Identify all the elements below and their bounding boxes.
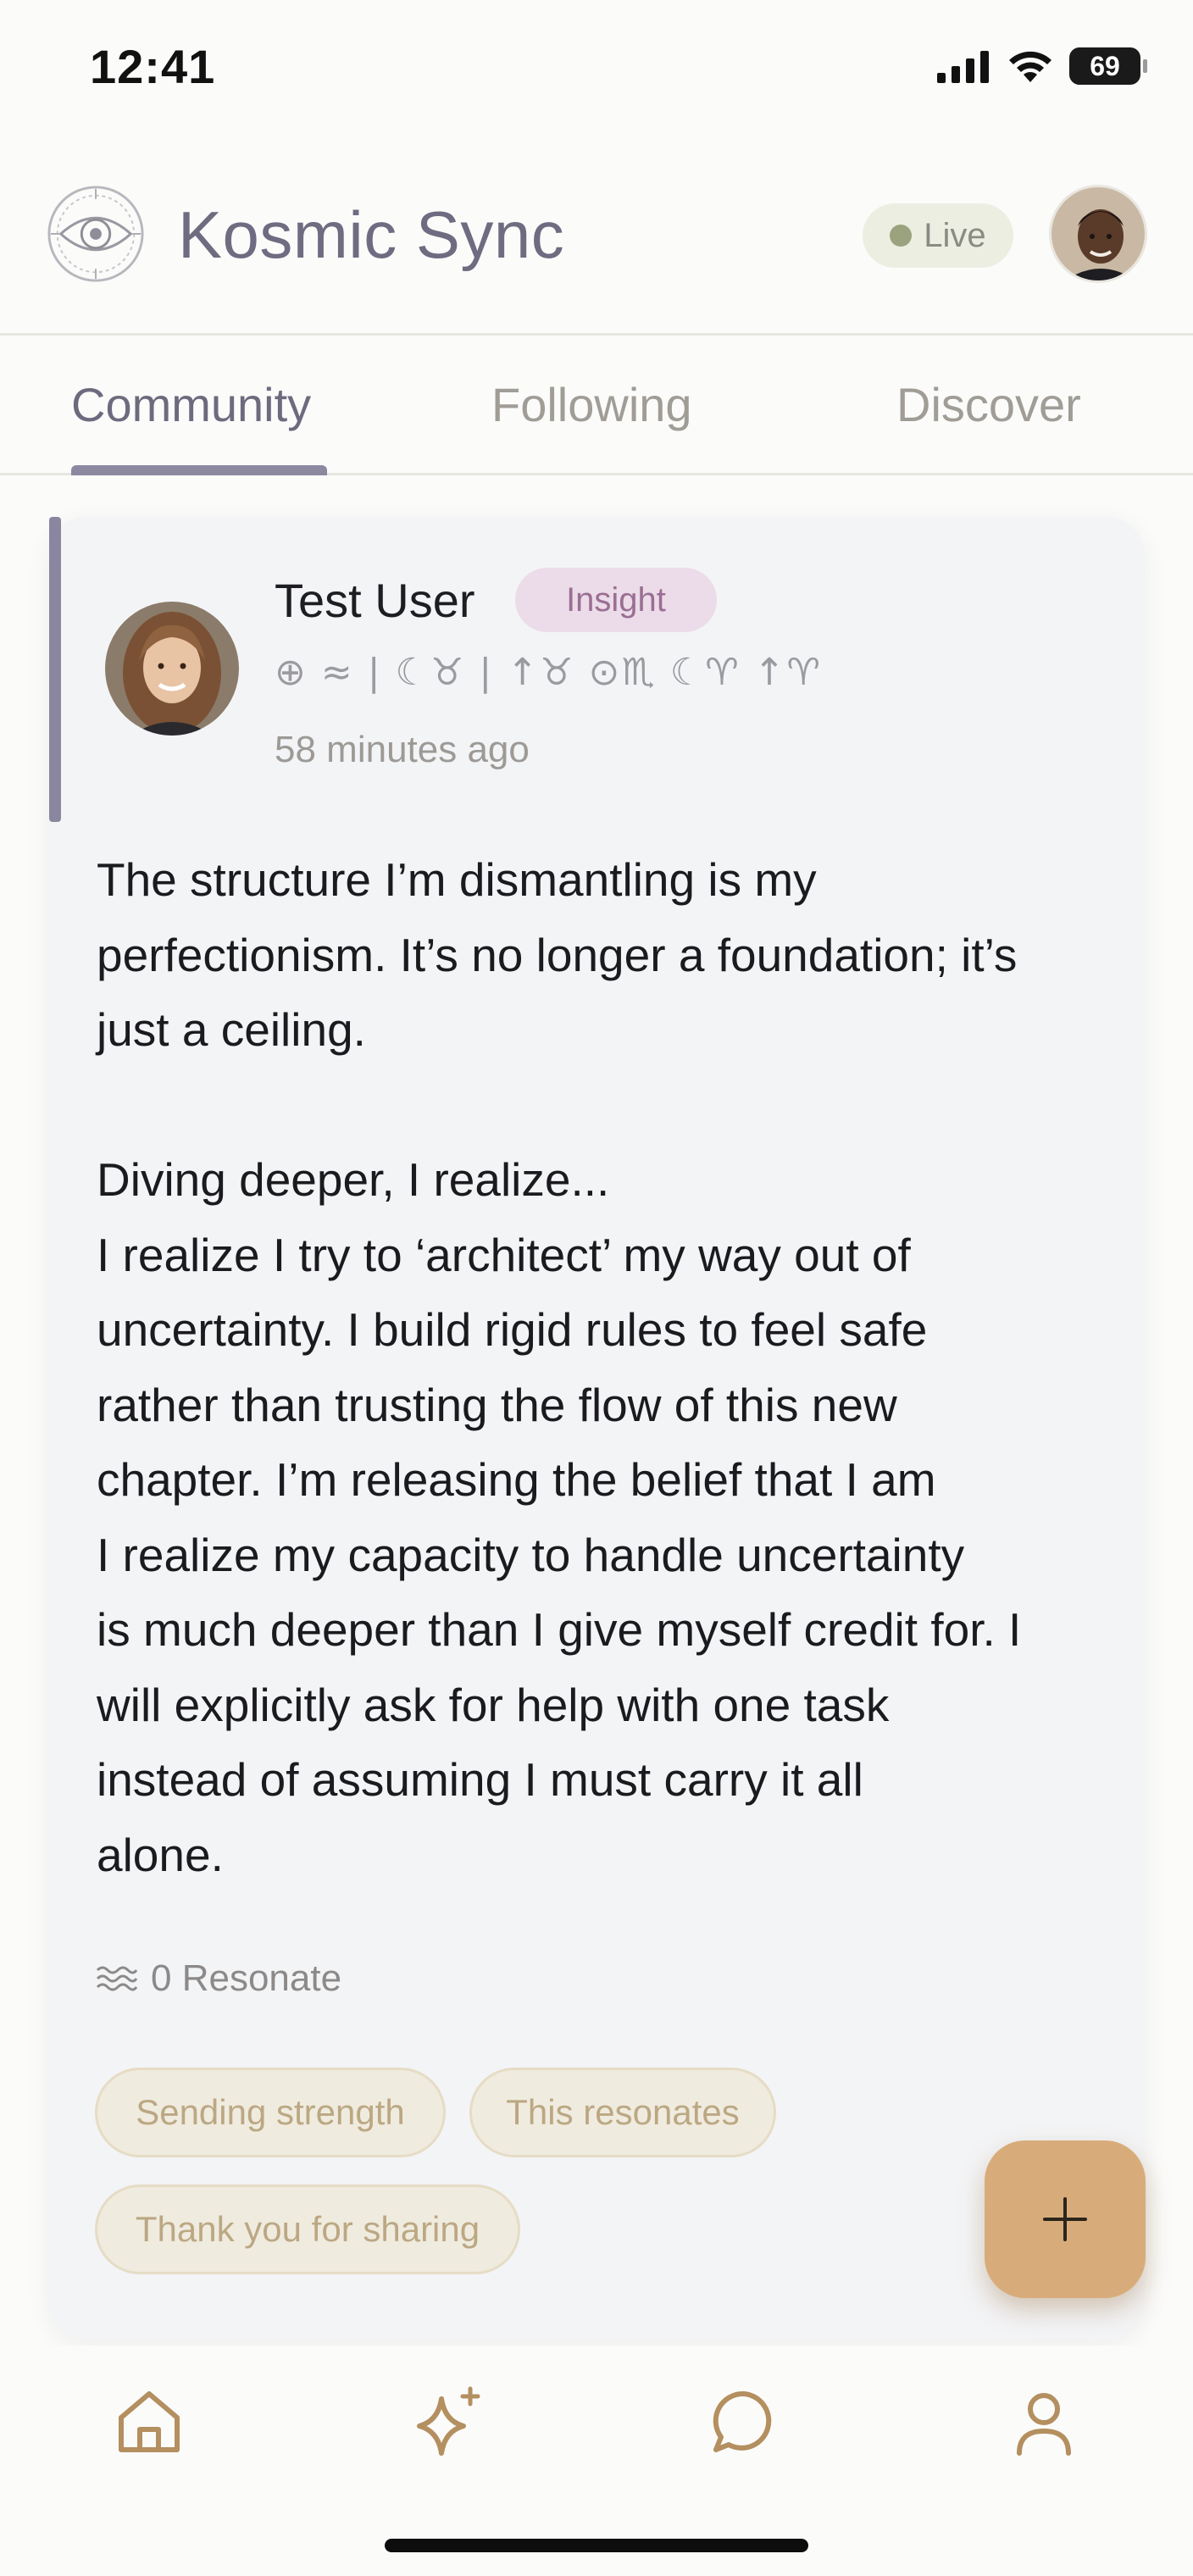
create-post-button[interactable] <box>985 2140 1146 2298</box>
app-title: Kosmic Sync <box>178 197 565 272</box>
status-time: 12:41 <box>90 40 216 93</box>
post-card[interactable]: Test User Insight ⊕ ≈ | ☾♉ | ↑♉ ⊙♏ ☾♈ ↑♈… <box>49 517 1144 2339</box>
post-line: rather than trusting the flow of this ne… <box>97 1378 897 1431</box>
post-accent-bar <box>49 517 61 822</box>
sparkle-icon <box>417 2386 480 2456</box>
tab-community[interactable]: Community <box>71 377 311 432</box>
battery-indicator: 69 <box>1069 47 1147 85</box>
nav-messages[interactable] <box>702 2379 786 2464</box>
status-bar: 12:41 69 <box>0 0 1193 136</box>
author-avatar-image <box>105 602 239 736</box>
tab-following[interactable]: Following <box>491 377 692 432</box>
app-logo-icon <box>47 186 144 282</box>
post-type-badge: Insight <box>515 568 717 632</box>
post-line: instead of assuming I must carry it all <box>97 1753 863 1806</box>
post-line: just a ceiling. <box>97 1003 366 1056</box>
post-line: The structure I’m dismantling is my <box>97 853 817 906</box>
post-line: is much deeper than I give myself credit… <box>97 1603 1022 1656</box>
status-icons: 69 <box>937 47 1147 85</box>
home-icon <box>119 2391 180 2452</box>
resonate-button[interactable]: 0 Resonate <box>95 1957 341 2000</box>
profile-icon <box>1017 2393 1071 2456</box>
nav-profile[interactable] <box>1002 2379 1086 2464</box>
signal-icon <box>937 51 989 83</box>
post-line: Diving deeper, I realize... <box>97 1153 610 1206</box>
active-tab-indicator <box>71 465 327 475</box>
post-line: I realize I try to ‘architect’ my way ou… <box>97 1228 911 1281</box>
live-status-badge: Live <box>863 203 1013 268</box>
post-line: will explicitly ask for help with one ta… <box>97 1678 890 1731</box>
feed-tabs: Community Following Discover <box>0 338 1193 475</box>
reaction-chip-thank-you[interactable]: Thank you for sharing <box>95 2185 520 2274</box>
reaction-chip-this-resonates[interactable]: This resonates <box>469 2068 776 2157</box>
app-header: Kosmic Sync Live <box>0 136 1193 336</box>
post-line: perfectionism. It’s no longer a foundati… <box>97 928 1018 981</box>
chat-icon <box>713 2390 772 2452</box>
live-label: Live <box>924 216 986 254</box>
nav-insights[interactable] <box>405 2379 490 2464</box>
post-line: uncertainty. I build rigid rules to feel… <box>97 1303 928 1356</box>
post-body: The structure I’m dismantling is my perf… <box>97 842 1139 1892</box>
live-dot-icon <box>890 225 913 247</box>
author-name[interactable]: Test User <box>275 573 475 628</box>
plus-icon <box>1043 2197 1087 2241</box>
post-line: I realize my capacity to handle uncertai… <box>97 1528 965 1581</box>
author-avatar[interactable] <box>105 602 239 736</box>
nav-home[interactable] <box>107 2379 191 2464</box>
home-indicator <box>385 2539 808 2552</box>
post-line: alone. <box>97 1828 224 1881</box>
post-timestamp: 58 minutes ago <box>275 729 530 770</box>
astrology-placements: ⊕ ≈ | ☾♉ | ↑♉ ⊙♏ ☾♈ ↑♈ <box>275 651 822 694</box>
post-line: chapter. I’m releasing the belief that I… <box>97 1453 936 1506</box>
user-avatar[interactable] <box>1049 185 1147 283</box>
waves-icon <box>96 1966 138 1991</box>
tab-discover[interactable]: Discover <box>896 377 1081 432</box>
user-avatar-image <box>1052 187 1145 280</box>
reaction-chip-sending-strength[interactable]: Sending strength <box>95 2068 446 2157</box>
wifi-icon <box>1009 51 1052 82</box>
resonate-count: 0 Resonate <box>151 1957 342 1999</box>
